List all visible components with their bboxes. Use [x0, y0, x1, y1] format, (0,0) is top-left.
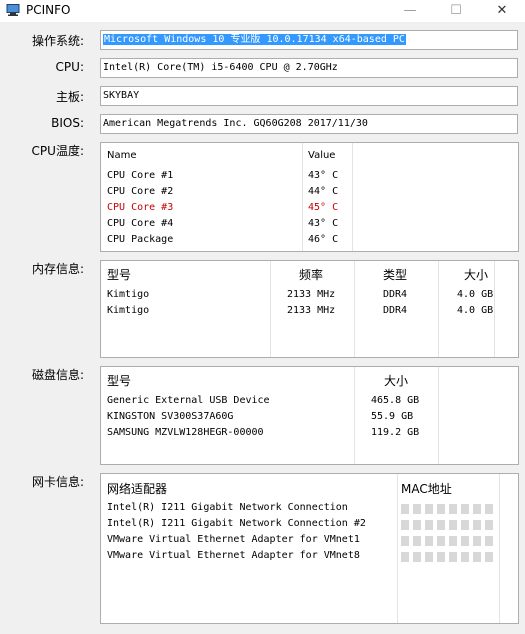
window-title: PCINFO	[26, 3, 71, 17]
cpu-value: Intel(R) Core(TM) i5-6400 CPU @ 2.70GHz	[103, 62, 338, 73]
board-value: SKYBAY	[103, 90, 140, 101]
temp-value: 43° C	[308, 170, 339, 181]
temp-value: 45° C	[308, 202, 339, 213]
nic-adapter: Intel(R) I211 Gigabit Network Connection…	[107, 518, 366, 529]
disk-model: KINGSTON SV300S37A60G	[107, 411, 234, 422]
cpu-temp-label: CPU温度:	[31, 144, 84, 158]
disk-list[interactable]: 型号 大小 Generic External USB Device 465.8 G…	[100, 366, 519, 465]
maximize-button[interactable]: ☐	[433, 0, 479, 22]
column-header-model[interactable]: 型号	[107, 266, 131, 283]
column-header-adapter[interactable]: 网络适配器	[107, 480, 167, 497]
temp-value: 43° C	[308, 218, 339, 229]
column-header-frequency[interactable]: 频率	[299, 266, 323, 283]
memory-frequency: 2133 MHz	[287, 289, 336, 300]
memory-type: DDR4	[383, 289, 408, 300]
memory-model: Kimtigo	[107, 289, 150, 300]
column-header-name[interactable]: Name	[107, 150, 137, 161]
title-bar: PCINFO — ☐ ✕	[0, 0, 525, 22]
memory-model: Kimtigo	[107, 305, 150, 316]
disk-model: SAMSUNG MZVLW128HEGR-00000	[107, 427, 264, 438]
memory-type: DDR4	[383, 305, 408, 316]
disk-label: 磁盘信息:	[31, 368, 84, 382]
disk-model: Generic External USB Device	[107, 395, 270, 406]
temp-value: 46° C	[308, 234, 339, 245]
os-label: 操作系统:	[31, 34, 84, 48]
disk-size: 465.8 GB	[371, 395, 420, 406]
temp-name: CPU Package	[107, 234, 174, 245]
bios-label: BIOS:	[51, 116, 84, 130]
memory-label: 内存信息:	[31, 262, 84, 276]
mac-redacted	[401, 519, 497, 533]
column-header-value[interactable]: Value	[308, 150, 335, 161]
memory-frequency: 2133 MHz	[287, 305, 336, 316]
memory-list[interactable]: 型号 频率 类型 大小 Kimtigo 2133 MHz DDR4 4.0 GB Kim…	[100, 260, 519, 358]
disk-size: 55.9 GB	[371, 411, 414, 422]
nic-adapter: VMware Virtual Ethernet Adapter for VMne…	[107, 534, 360, 545]
minimize-button[interactable]: —	[387, 0, 433, 22]
nic-adapter: Intel(R) I211 Gigabit Network Connection	[107, 502, 348, 513]
board-field[interactable]: SKYBAY	[100, 86, 518, 106]
column-header-size[interactable]: 大小	[384, 372, 408, 389]
nic-adapter: VMware Virtual Ethernet Adapter for VMne…	[107, 550, 360, 561]
nic-list[interactable]: 网络适配器 MAC地址 Intel(R) I211 Gigabit Networ…	[100, 473, 519, 624]
bios-field[interactable]: American Megatrends Inc. GQ60G208 2017/1…	[100, 114, 518, 134]
cpu-field[interactable]: Intel(R) Core(TM) i5-6400 CPU @ 2.70GHz	[100, 58, 518, 78]
temp-name: CPU Core #1	[107, 170, 174, 181]
mac-redacted	[401, 551, 497, 565]
cpu-label: CPU:	[55, 60, 84, 74]
cpu-temp-list[interactable]: Name Value CPU Core #1 43° C CPU Core #2 44…	[100, 142, 519, 252]
column-header-mac[interactable]: MAC地址	[401, 480, 452, 497]
column-header-type[interactable]: 类型	[383, 266, 407, 283]
board-label: 主板:	[55, 90, 84, 104]
memory-size: 4.0 GB	[457, 305, 494, 316]
column-header-model[interactable]: 型号	[107, 372, 131, 389]
column-header-size[interactable]: 大小	[464, 266, 488, 283]
temp-name: CPU Core #4	[107, 218, 174, 229]
mac-redacted	[401, 503, 497, 517]
temp-name: CPU Core #2	[107, 186, 174, 197]
computer-icon	[6, 4, 20, 16]
nic-label: 网卡信息:	[31, 475, 84, 489]
os-field[interactable]: Microsoft Windows 10 专业版 10.0.17134 x64-…	[100, 30, 518, 50]
memory-size: 4.0 GB	[457, 289, 494, 300]
bios-value: American Megatrends Inc. GQ60G208 2017/1…	[103, 118, 368, 129]
os-value: Microsoft Windows 10 专业版 10.0.17134 x64-…	[103, 34, 406, 45]
temp-value: 44° C	[308, 186, 339, 197]
temp-name: CPU Core #3	[107, 202, 174, 213]
close-button[interactable]: ✕	[479, 0, 525, 22]
disk-size: 119.2 GB	[371, 427, 420, 438]
mac-redacted	[401, 535, 497, 549]
